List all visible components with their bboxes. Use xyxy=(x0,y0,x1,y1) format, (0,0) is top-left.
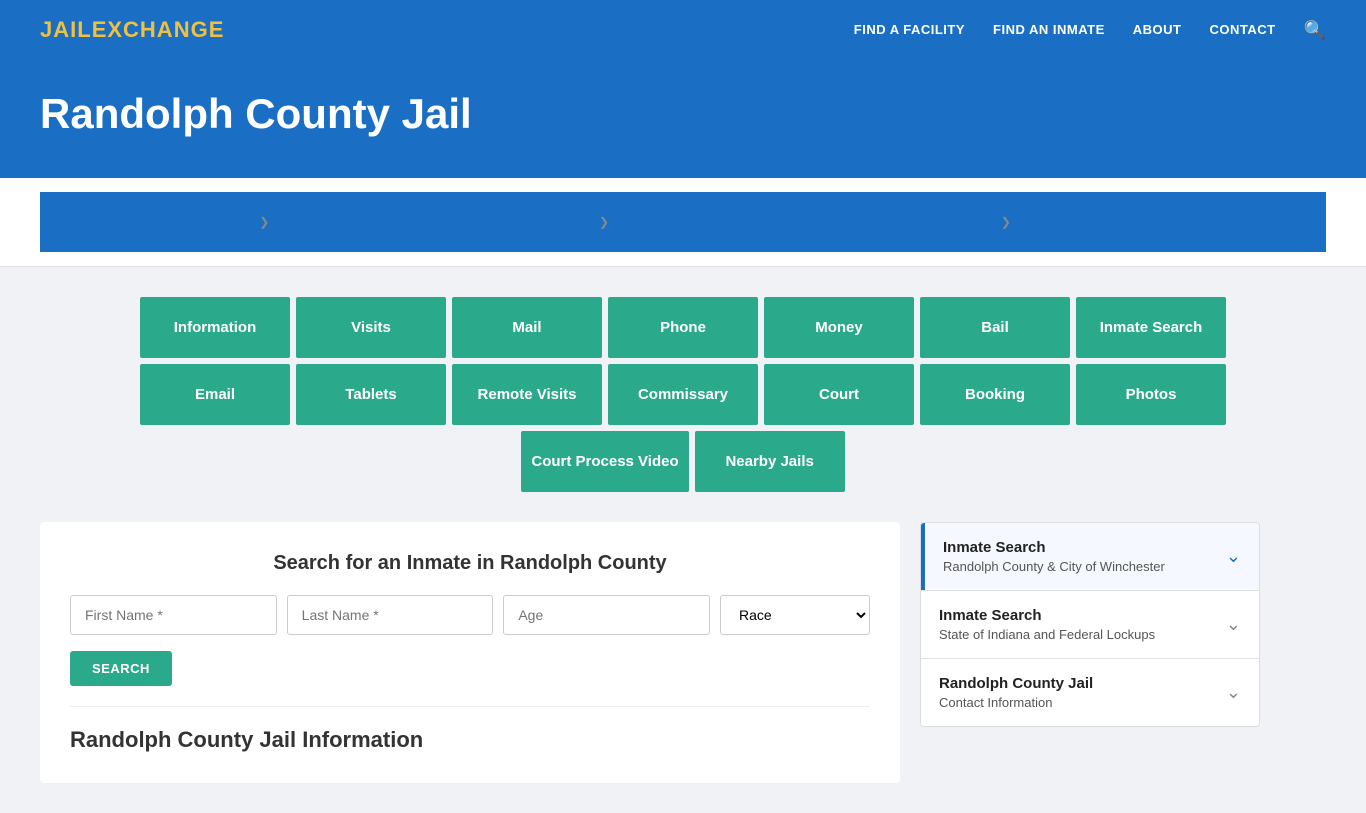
sidebar-item-text-0: Inmate Search Randolph County & City of … xyxy=(943,539,1165,574)
first-name-input[interactable] xyxy=(70,595,277,635)
page-title: Randolph County Jail xyxy=(40,90,1326,138)
button-grid: Information Visits Mail Phone Money Bail… xyxy=(40,297,1326,492)
breadcrumb-home[interactable]: Home xyxy=(80,214,117,230)
sidebar-item-subtitle-0: Randolph County & City of Winchester xyxy=(943,559,1165,574)
nav-find-facility[interactable]: FIND A FACILITY xyxy=(854,21,965,39)
button-row-2: Email Tablets Remote Visits Commissary C… xyxy=(140,364,1226,425)
navbar: JAILEXCHANGE FIND A FACILITY FIND AN INM… xyxy=(0,0,1366,60)
hero-section: Randolph County Jail xyxy=(0,60,1366,178)
search-button[interactable]: SEARCH xyxy=(70,651,172,686)
nav-contact[interactable]: CONTACT xyxy=(1209,21,1275,39)
breadcrumb-sep-1: ❯ xyxy=(259,215,269,229)
sidebar-item-subtitle-1: State of Indiana and Federal Lockups xyxy=(939,627,1155,642)
age-input[interactable] xyxy=(503,595,710,635)
sidebar-item-header-2[interactable]: Randolph County Jail Contact Information… xyxy=(921,659,1259,726)
button-row-1: Information Visits Mail Phone Money Bail… xyxy=(140,297,1226,358)
sidebar-item-title-0: Inmate Search xyxy=(943,539,1165,556)
btn-booking[interactable]: Booking xyxy=(920,364,1070,425)
breadcrumb-sep-2: ❯ xyxy=(599,215,609,229)
breadcrumb-randolph-county[interactable]: Randolph County xyxy=(751,214,859,230)
sidebar-item-2: Randolph County Jail Contact Information… xyxy=(921,659,1259,726)
content-area: Information Visits Mail Phone Money Bail… xyxy=(0,267,1366,813)
btn-email[interactable]: Email xyxy=(140,364,290,425)
chevron-icon-1: ⌄ xyxy=(1226,614,1241,635)
last-name-input[interactable] xyxy=(287,595,494,635)
sidebar-item-title-1: Inmate Search xyxy=(939,607,1155,624)
sidebar-item-header-0[interactable]: Inmate Search Randolph County & City of … xyxy=(921,523,1259,590)
search-form: Race White Black Hispanic Asian Other xyxy=(70,595,870,635)
btn-phone[interactable]: Phone xyxy=(608,297,758,358)
sidebar-item-subtitle-2: Contact Information xyxy=(939,695,1093,710)
breadcrumb-bar: Home ❯ Indiana ❯ Randolph County ❯ Rando… xyxy=(0,178,1366,267)
breadcrumb-current: Randolph County Jail xyxy=(1153,214,1286,230)
btn-court-process-video[interactable]: Court Process Video xyxy=(521,431,688,492)
btn-nearby-jails[interactable]: Nearby Jails xyxy=(695,431,845,492)
nav-search-icon[interactable]: 🔍 xyxy=(1304,20,1326,41)
sidebar-item-1: Inmate Search State of Indiana and Feder… xyxy=(921,591,1259,659)
info-section-heading: Randolph County Jail Information xyxy=(70,706,870,753)
logo-jail: JAIL xyxy=(40,17,92,42)
btn-photos[interactable]: Photos xyxy=(1076,364,1226,425)
btn-tablets[interactable]: Tablets xyxy=(296,364,446,425)
sidebar: Inmate Search Randolph County & City of … xyxy=(920,522,1260,727)
logo[interactable]: JAILEXCHANGE xyxy=(40,17,224,43)
btn-money[interactable]: Money xyxy=(764,297,914,358)
logo-exchange: EXCHANGE xyxy=(92,17,225,42)
breadcrumb-sep-3: ❯ xyxy=(1001,215,1011,229)
race-select[interactable]: Race White Black Hispanic Asian Other xyxy=(720,595,870,635)
search-panel: Search for an Inmate in Randolph County … xyxy=(40,522,900,783)
breadcrumb: Home ❯ Indiana ❯ Randolph County ❯ Rando… xyxy=(40,192,1326,252)
sidebar-item-text-2: Randolph County Jail Contact Information xyxy=(939,675,1093,710)
button-row-3: Court Process Video Nearby Jails xyxy=(521,431,844,492)
breadcrumb-indiana[interactable]: Indiana xyxy=(411,214,457,230)
btn-commissary[interactable]: Commissary xyxy=(608,364,758,425)
btn-visits[interactable]: Visits xyxy=(296,297,446,358)
btn-bail[interactable]: Bail xyxy=(920,297,1070,358)
btn-court[interactable]: Court xyxy=(764,364,914,425)
sidebar-item-title-2: Randolph County Jail xyxy=(939,675,1093,692)
btn-remote-visits[interactable]: Remote Visits xyxy=(452,364,602,425)
chevron-icon-0: ⌄ xyxy=(1226,546,1241,567)
btn-mail[interactable]: Mail xyxy=(452,297,602,358)
sidebar-item-header-1[interactable]: Inmate Search State of Indiana and Feder… xyxy=(921,591,1259,658)
nav-about[interactable]: ABOUT xyxy=(1133,21,1182,39)
nav-find-inmate[interactable]: FIND AN INMATE xyxy=(993,21,1105,39)
chevron-icon-2: ⌄ xyxy=(1226,682,1241,703)
search-heading: Search for an Inmate in Randolph County xyxy=(70,552,870,575)
sidebar-item-text-1: Inmate Search State of Indiana and Feder… xyxy=(939,607,1155,642)
sidebar-item-0: Inmate Search Randolph County & City of … xyxy=(921,523,1259,591)
btn-information[interactable]: Information xyxy=(140,297,290,358)
btn-inmate-search[interactable]: Inmate Search xyxy=(1076,297,1226,358)
nav-links: FIND A FACILITY FIND AN INMATE ABOUT CON… xyxy=(854,20,1326,41)
lower-section: Search for an Inmate in Randolph County … xyxy=(40,522,1326,783)
